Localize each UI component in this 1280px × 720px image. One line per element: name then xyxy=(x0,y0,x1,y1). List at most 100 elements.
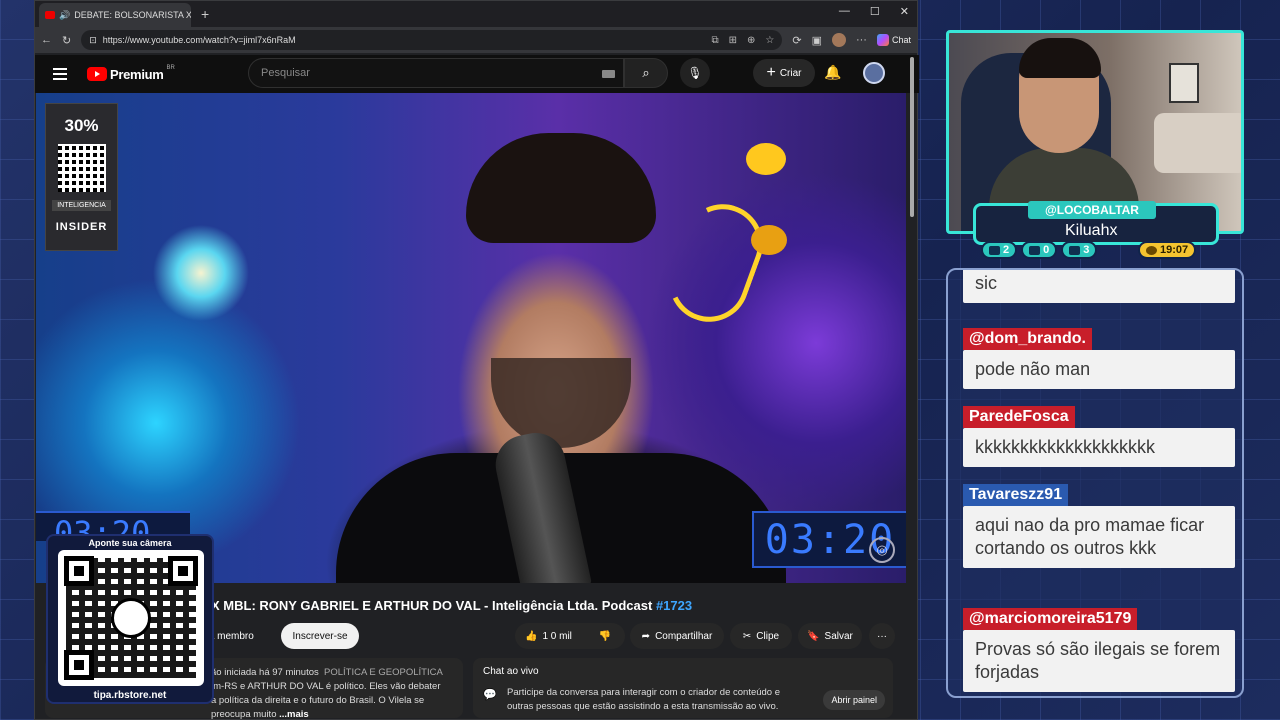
chat-text: aqui nao da pro mamae ficar cortando os … xyxy=(963,506,1235,568)
plus-icon: + xyxy=(766,64,776,81)
chat-username: ParedeFosca xyxy=(963,406,1075,428)
logo-text: Premium xyxy=(110,66,164,82)
notifications-bell-icon[interactable]: 🔔 xyxy=(824,64,841,81)
chat-username: @dom_brando. xyxy=(963,328,1092,350)
promo-label: INTELIGENCIA xyxy=(52,200,111,211)
like-icon[interactable]: 👍 xyxy=(525,631,537,642)
like-dislike-group: 👍 1 0 mil 👎 xyxy=(515,623,625,649)
close-window-icon[interactable]: ✕ xyxy=(900,5,909,18)
youtube-icon xyxy=(1029,245,1041,255)
window-controls: — ☐ ✕ xyxy=(839,5,909,18)
uptime-value: 19:07 xyxy=(1160,244,1189,256)
cam-sofa xyxy=(1154,113,1241,173)
more-icon[interactable]: ··· xyxy=(856,34,867,46)
youtube-play-icon xyxy=(87,67,107,81)
chat-message: ParedeFosca kkkkkkkkkkkkkkkkkkkk xyxy=(963,406,1235,467)
video-title-text: X MBL: RONY GABRIEL E ARTHUR DO VAL - In… xyxy=(211,598,656,613)
youtube-logo[interactable]: Premium BR xyxy=(87,65,175,82)
search-button[interactable]: ⌕ xyxy=(624,58,668,88)
chat-text: sic xyxy=(963,270,1235,303)
translate-icon[interactable]: ⧉ xyxy=(711,35,718,46)
qr-finder-tr xyxy=(168,556,198,586)
url-field[interactable]: ⊡ https://www.youtube.com/watch?v=jiml7x… xyxy=(81,30,783,50)
twitch-count: 2 xyxy=(1003,244,1010,256)
scissors-icon: ✂ xyxy=(742,630,752,642)
apps-icon[interactable]: ⊞ xyxy=(729,35,737,46)
url-actions: ⧉ ⊞ ⊕ ☆ xyxy=(711,35,774,46)
stream-chat: sic @dom_brando. pode não man ParedeFosc… xyxy=(946,268,1244,698)
youtube-favicon-icon xyxy=(45,11,55,19)
subscribe-button[interactable]: Inscrever-se xyxy=(281,623,359,649)
stream-stats: 2 0 3 19:07 xyxy=(981,241,1197,259)
qr-center-logo xyxy=(111,598,151,638)
desc-line-3: a política da direita e o futuro do Bras… xyxy=(211,695,425,720)
desc-line-2: im-RS e ARTHUR DO VAL é político. Eles v… xyxy=(211,681,441,692)
desc-category[interactable]: POLÍTICA E GEOPOLÍTICA xyxy=(324,667,443,678)
search-icon: ⌕ xyxy=(642,65,650,80)
create-button[interactable]: + Criar xyxy=(753,59,815,87)
live-chat-text: Participe da conversa para interagir com… xyxy=(507,687,781,712)
chat-message: Tavareszz91 aqui nao da pro mamae ficar … xyxy=(963,484,1235,568)
subscribe-label: Inscrever-se xyxy=(292,630,348,642)
chat-username: @marciomoreira5179 xyxy=(963,608,1138,630)
chat-message: @marciomoreira5179 Provas só são ilegais… xyxy=(963,608,1235,692)
more-dots-icon: ··· xyxy=(877,630,887,642)
more-actions-button[interactable]: ··· xyxy=(869,623,895,649)
desc-more-link[interactable]: ...mais xyxy=(279,709,309,720)
open-panel-button[interactable]: Abrir painel xyxy=(823,690,885,710)
streamer-handle: @LOCOBALTAR xyxy=(1028,201,1156,219)
video-player[interactable]: 30% INTELIGENCIA INSIDER 03:20 03:20 ◎ xyxy=(36,93,906,583)
chat-message: sic xyxy=(963,270,1235,303)
dislike-icon[interactable]: 👎 xyxy=(599,631,611,642)
new-tab-icon[interactable]: + xyxy=(201,6,209,22)
zoom-icon[interactable]: ⊕ xyxy=(747,35,755,46)
extensions-icon[interactable]: ⟳ xyxy=(792,34,801,47)
like-count[interactable]: 1 0 mil xyxy=(542,631,571,642)
maximize-icon[interactable]: ☐ xyxy=(870,5,880,18)
video-title: X MBL: RONY GABRIEL E ARTHUR DO VAL - In… xyxy=(211,598,692,613)
search-input[interactable]: Pesquisar xyxy=(248,58,624,88)
kick-stat: 3 xyxy=(1061,241,1098,259)
chat-label: Chat xyxy=(891,35,911,45)
copilot-chat-button[interactable]: Chat xyxy=(876,34,911,46)
streamer-name: Kiluahx xyxy=(1065,222,1118,239)
neon-sign xyxy=(657,192,775,334)
promo-discount: 30% xyxy=(64,116,99,135)
tab-title: DEBATE: BOLSONARISTA X M xyxy=(74,10,191,20)
search-placeholder: Pesquisar xyxy=(261,67,310,79)
promo-brand: INSIDER xyxy=(55,221,108,233)
qr-bottom-text: tipa.rbstore.net xyxy=(93,690,167,701)
save-button[interactable]: 🔖 Salvar xyxy=(798,623,862,649)
favorite-star-icon[interactable]: ☆ xyxy=(765,35,774,46)
qr-finder-tl xyxy=(64,556,94,586)
brain-logo-icon: ◎ xyxy=(869,537,895,563)
voice-search-button[interactable]: 🎙 xyxy=(680,58,710,88)
menu-icon[interactable] xyxy=(53,68,67,80)
kick-icon xyxy=(1069,245,1081,255)
qr-code xyxy=(58,550,204,686)
keyboard-icon[interactable] xyxy=(602,70,615,78)
reload-icon[interactable]: ↻ xyxy=(62,34,71,47)
site-info-icon[interactable]: ⊡ xyxy=(89,35,97,46)
user-avatar[interactable] xyxy=(863,62,885,84)
rubber-duck-2 xyxy=(751,225,787,255)
video-hashtag[interactable]: #1723 xyxy=(656,598,692,613)
kick-count: 3 xyxy=(1083,244,1090,256)
streamer-hair xyxy=(1019,38,1101,78)
profile-avatar[interactable] xyxy=(831,33,846,47)
live-chat-panel: Chat ao vivo 💬 Participe da conversa par… xyxy=(473,658,893,718)
speaker-icon[interactable]: 🔊 xyxy=(59,10,70,21)
minimize-icon[interactable]: — xyxy=(839,5,850,18)
live-chat-title: Chat ao vivo xyxy=(483,666,539,677)
chat-username: Tavareszz91 xyxy=(963,484,1069,506)
qr-overlay: Aponte sua câmera tipa.rbstore.net xyxy=(46,534,214,704)
collections-icon[interactable]: ▣ xyxy=(812,34,822,47)
clip-button[interactable]: ✂ Clipe xyxy=(730,623,792,649)
save-label: Salvar xyxy=(824,630,853,642)
page-scrollbar[interactable] xyxy=(910,57,914,217)
browser-tab[interactable]: 🔊 DEBATE: BOLSONARISTA X M ✕ xyxy=(39,3,191,27)
share-button[interactable]: ➦ Compartilhar xyxy=(630,623,724,649)
back-icon[interactable]: ← xyxy=(41,34,52,46)
youtube-stat: 0 xyxy=(1021,241,1058,259)
copilot-icon xyxy=(876,34,889,46)
